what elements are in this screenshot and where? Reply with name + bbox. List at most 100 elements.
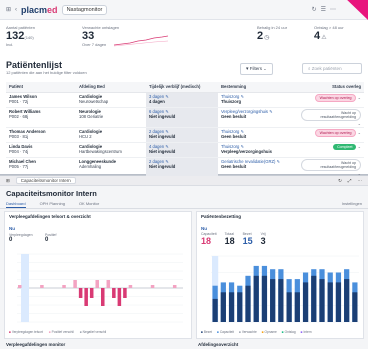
col-stay[interactable]: Tijdelijk verblijf (medisch) xyxy=(146,82,218,93)
table-row[interactable]: James Wilson P001 · 72j Cardiologie Neurowe… xyxy=(6,92,364,108)
app-tab[interactable]: Nastagmonitor xyxy=(61,4,108,15)
right-stats: Capaciteit 18 Totaal 18 Bezet 15 Vrij 3 xyxy=(201,232,266,246)
sparkline xyxy=(114,35,168,47)
chevron-down-icon: ⌄ xyxy=(357,94,361,100)
warning-icon: ⚠ xyxy=(321,35,327,41)
top-bar: ⊞ ‹ placmed Nastagmonitor ↻ ☰ ⋯ xyxy=(0,0,368,20)
edit-icon: ✎ xyxy=(240,128,245,134)
bar xyxy=(150,285,155,288)
bar xyxy=(78,288,83,298)
more-icon[interactable]: ⋯ xyxy=(358,178,363,184)
edit-icon: ✎ xyxy=(269,108,273,114)
stat-48h: Ontslag > 48 uur 4 ⚠ xyxy=(314,25,344,42)
grid-icon[interactable]: ⊞ xyxy=(6,178,10,184)
left-legend: ■ Verpleegdagen telsort ■ Positief versc… xyxy=(9,330,107,334)
monitor-title: Capaciteitsmonitor Intern xyxy=(6,189,97,198)
edit-icon: ✎ xyxy=(240,93,245,99)
monitor-tabs: Dashboard OPH Planning OK Monitor Instel… xyxy=(0,200,368,209)
current-highlight xyxy=(21,254,29,322)
stat-1: Totaal 18 xyxy=(224,232,235,246)
monitor-tab[interactable]: Capaciteitsmonitor Intern xyxy=(15,177,76,184)
back-icon[interactable]: ‹ xyxy=(15,7,17,13)
bar-occupied xyxy=(212,298,218,322)
refresh-icon[interactable]: ↻ xyxy=(312,6,317,13)
bar-occupied xyxy=(327,282,333,322)
right-legend: ■ Bezet ■ Capaciteit ■ Verwachte ■ Opnam… xyxy=(201,330,312,334)
bar-occupied xyxy=(302,282,309,322)
bar-occupied xyxy=(270,279,276,322)
bar-occupied xyxy=(335,282,342,322)
col-patient[interactable]: Patiënt xyxy=(6,82,76,93)
stat-patients: Aantal patiënten 132(140) Incl. xyxy=(6,25,35,47)
settings-link[interactable]: Instellingen xyxy=(342,200,362,208)
bar-occupied xyxy=(278,279,284,322)
search-icon: ⌕ xyxy=(308,66,311,71)
bar-occupied xyxy=(319,279,325,322)
col-status[interactable]: Status overleg xyxy=(298,82,364,93)
status-badge: Wacht op resultaat/terugmelding xyxy=(301,158,361,171)
grid-icon[interactable]: ⊞ xyxy=(6,6,11,13)
bar xyxy=(18,285,22,288)
status-badge: Wacht op resultaat/terugmelding xyxy=(301,108,361,121)
status-badge: Wachten op overleg xyxy=(314,93,357,102)
right-footer: Afdelingsoverzicht xyxy=(198,342,239,347)
table-row[interactable]: Linda Davis P004 · 74j Cardiologie Hartbewa… xyxy=(6,142,364,158)
left-chart xyxy=(17,253,183,323)
edit-icon: ✎ xyxy=(165,158,169,164)
bar-occupied xyxy=(311,275,317,322)
edit-icon: ✎ xyxy=(165,93,169,99)
bar xyxy=(62,285,66,288)
stat-24h: Behalig in 24 uur 2 ◷ xyxy=(257,25,288,42)
more-icon[interactable]: ⋯ xyxy=(330,6,336,13)
stat-2: Bezet 15 xyxy=(242,232,253,246)
bar-occupied xyxy=(294,292,300,322)
bar xyxy=(89,288,94,298)
bar-occupied xyxy=(344,279,350,322)
bar-occupied xyxy=(220,292,226,322)
chevron-down-icon: ⌄ xyxy=(263,66,267,71)
logo: placmed xyxy=(21,4,58,15)
filter-icon: ▾ xyxy=(246,66,249,72)
tab-ok[interactable]: OK Monitor xyxy=(79,200,99,208)
stat-0: Capaciteit 18 xyxy=(201,232,217,246)
bar-occupied xyxy=(261,275,268,322)
monitor-tabbar: ⊞ Capaciteitsmonitor Intern ↻ ⤢ ⋯ xyxy=(0,176,368,186)
bar xyxy=(112,288,116,298)
table-row[interactable]: Robert Williams P002 · 68j Neurologie 108 G… xyxy=(6,107,364,128)
edit-icon: ✎ xyxy=(165,143,169,149)
bar xyxy=(123,288,127,298)
menu-icon[interactable]: ☰ xyxy=(321,6,326,13)
edit-icon: ✎ xyxy=(276,158,281,164)
table-row[interactable]: Michael Chen P005 · 77j Longgeneeskunde Ade… xyxy=(6,157,364,178)
chevron-down-icon: ⌄ xyxy=(357,143,361,149)
right-chart xyxy=(211,255,359,323)
table-row[interactable]: Thomas Anderson P003 · 81j Cardiologie HCU … xyxy=(6,127,364,143)
col-destination[interactable]: Bestemming xyxy=(218,82,298,93)
filter-button[interactable]: ▾ Filters ⌄ xyxy=(240,63,273,75)
left-panel: Verpleegafdelingen telsort & overzicht N… xyxy=(4,211,192,339)
bar-occupied xyxy=(237,292,243,322)
edit-icon: ✎ xyxy=(165,128,169,134)
bar xyxy=(106,280,111,288)
bar xyxy=(84,288,88,306)
chevron-down-icon: ⌄ xyxy=(357,129,361,135)
status-badge: Compleet xyxy=(333,143,357,150)
bar xyxy=(73,280,77,288)
left-footer: Verpleegafdelingen monitor xyxy=(6,342,66,347)
edit-icon: ✎ xyxy=(240,143,245,149)
chevron-down-icon: ⌄ xyxy=(357,170,361,176)
page-subtitle: 12 patiënten die aan het huidige filter … xyxy=(6,70,87,75)
bar-occupied xyxy=(352,292,358,322)
right-panel: Patiëntenbezetting Nu Capaciteit 18 Totaal… xyxy=(196,211,364,339)
search-input[interactable]: ⌕ Zoek patiënten xyxy=(302,63,362,74)
tab-oph[interactable]: OPH Planning xyxy=(40,200,65,208)
edit-icon: ✎ xyxy=(165,108,169,114)
bar xyxy=(95,280,99,288)
bar-occupied xyxy=(286,292,292,322)
bar-occupied xyxy=(245,285,251,322)
refresh-icon[interactable]: ↻ xyxy=(338,178,342,184)
bar-occupied xyxy=(228,292,235,322)
col-ward[interactable]: Afdeling Bed xyxy=(76,82,146,93)
share-icon[interactable]: ⤢ xyxy=(348,178,352,183)
tab-dashboard[interactable]: Dashboard xyxy=(6,200,26,208)
